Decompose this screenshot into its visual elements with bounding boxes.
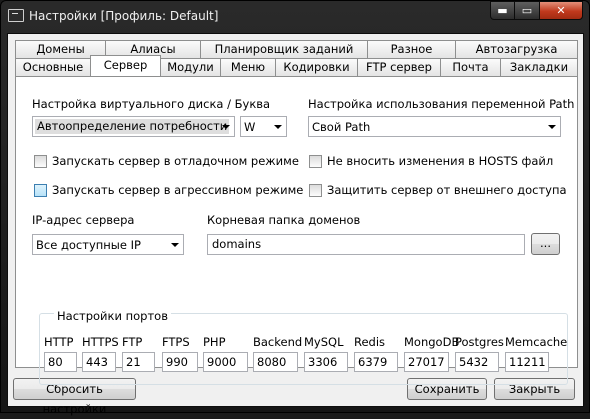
tab-server[interactable]: Сервер: [90, 55, 161, 76]
vdisk-letter-value: W: [244, 120, 256, 134]
port-label-php: PHP: [203, 335, 226, 349]
chevron-down-icon: [222, 125, 230, 129]
port-input-postgres[interactable]: 5432: [455, 352, 499, 372]
window-title: Настройки [Профиль: Default]: [29, 9, 219, 23]
tab-ftp-server[interactable]: FTP сервер: [357, 58, 441, 76]
app-icon: [8, 9, 24, 22]
ports-group: [39, 313, 568, 385]
protect-server-label[interactable]: Защитить сервер от внешнего доступа: [327, 183, 567, 197]
tab-encodings[interactable]: Кодировки: [275, 58, 358, 76]
protect-server-checkbox[interactable]: [309, 184, 322, 197]
maximize-button[interactable]: ▭: [514, 1, 540, 20]
no-hosts-checkbox[interactable]: [309, 155, 322, 168]
tab-general[interactable]: Основные: [15, 58, 91, 76]
root-folder-input[interactable]: domains: [207, 234, 525, 255]
ip-label: IP-адрес сервера: [32, 213, 135, 227]
port-label-http: HTTP: [44, 335, 74, 349]
port-label-memcache: Memcache: [505, 335, 568, 349]
port-input-backend[interactable]: 8080: [253, 352, 298, 372]
chevron-down-icon: [171, 243, 179, 247]
tab-modules[interactable]: Модули: [160, 58, 221, 76]
ip-value: Все доступные IP: [36, 238, 141, 252]
vdisk-mode-value: Автоопределение потребности: [35, 119, 230, 134]
server-tab-panel: Настройка виртуального диска / Буква Авт…: [15, 76, 578, 385]
port-label-ftps: FTPS: [162, 335, 190, 349]
tab-mail[interactable]: Почта: [440, 58, 501, 76]
port-input-redis[interactable]: 6379: [354, 352, 398, 372]
path-label: Настройка использования переменной Path: [308, 97, 575, 111]
port-label-mysql: MySQL: [304, 335, 344, 349]
tab-autostart[interactable]: Автозагрузка: [455, 40, 578, 58]
title-bar[interactable]: Настройки [Профиль: Default] ▬ ▭ ✕: [1, 1, 589, 33]
vdisk-mode-select[interactable]: Автоопределение потребности: [32, 116, 235, 137]
ports-group-title: Настройки портов: [54, 309, 171, 323]
path-value: Свой Path: [312, 120, 371, 134]
close-window-button[interactable]: ✕: [539, 1, 583, 20]
aggressive-mode-label[interactable]: Запускать сервер в агрессивном режиме: [52, 183, 303, 197]
port-input-php[interactable]: 9000: [203, 352, 248, 372]
no-hosts-label[interactable]: Не вносить изменения в HOSTS файл: [327, 154, 553, 168]
root-folder-label: Корневая папка доменов: [207, 213, 361, 227]
debug-mode-label[interactable]: Запускать сервер в отладочном режиме: [52, 154, 299, 168]
port-input-https[interactable]: 443: [82, 352, 116, 372]
chevron-down-icon: [548, 125, 556, 129]
port-label-postgres: Postgres: [455, 335, 504, 349]
tab-misc[interactable]: Разное: [367, 40, 456, 58]
settings-window: Настройки [Профиль: Default] ▬ ▭ ✕ Домен…: [0, 0, 590, 416]
port-input-mysql[interactable]: 3306: [304, 352, 348, 372]
tab-bookmarks[interactable]: Закладки: [500, 58, 578, 76]
port-input-http[interactable]: 80: [44, 352, 77, 372]
port-label-https: HTTPS: [82, 335, 119, 349]
port-input-ftp[interactable]: 21: [122, 352, 155, 372]
browse-button[interactable]: ...: [531, 233, 560, 255]
port-input-memcache[interactable]: 11211: [505, 352, 549, 372]
port-input-ftps[interactable]: 990: [162, 352, 198, 372]
aggressive-mode-checkbox[interactable]: [34, 184, 47, 197]
vdisk-label: Настройка виртуального диска / Буква: [32, 97, 271, 111]
vdisk-letter-select[interactable]: W: [240, 116, 287, 137]
dialog-client-area: Домены Алиасы Планировщик заданий Разное…: [7, 33, 584, 416]
minimize-button[interactable]: ▬: [490, 1, 515, 20]
debug-mode-checkbox[interactable]: [34, 155, 47, 168]
port-input-mongodb[interactable]: 27017: [404, 352, 449, 372]
port-label-ftp: FTP: [122, 335, 143, 349]
ip-select[interactable]: Все доступные IP: [32, 234, 184, 255]
tab-scheduler[interactable]: Планировщик заданий: [200, 40, 368, 58]
path-select[interactable]: Свой Path: [308, 116, 561, 137]
port-label-mongodb: MongoDB: [404, 335, 460, 349]
port-label-backend: Backend: [253, 335, 303, 349]
chevron-down-icon: [274, 125, 282, 129]
tab-menu[interactable]: Меню: [220, 58, 276, 76]
port-label-redis: Redis: [354, 335, 386, 349]
